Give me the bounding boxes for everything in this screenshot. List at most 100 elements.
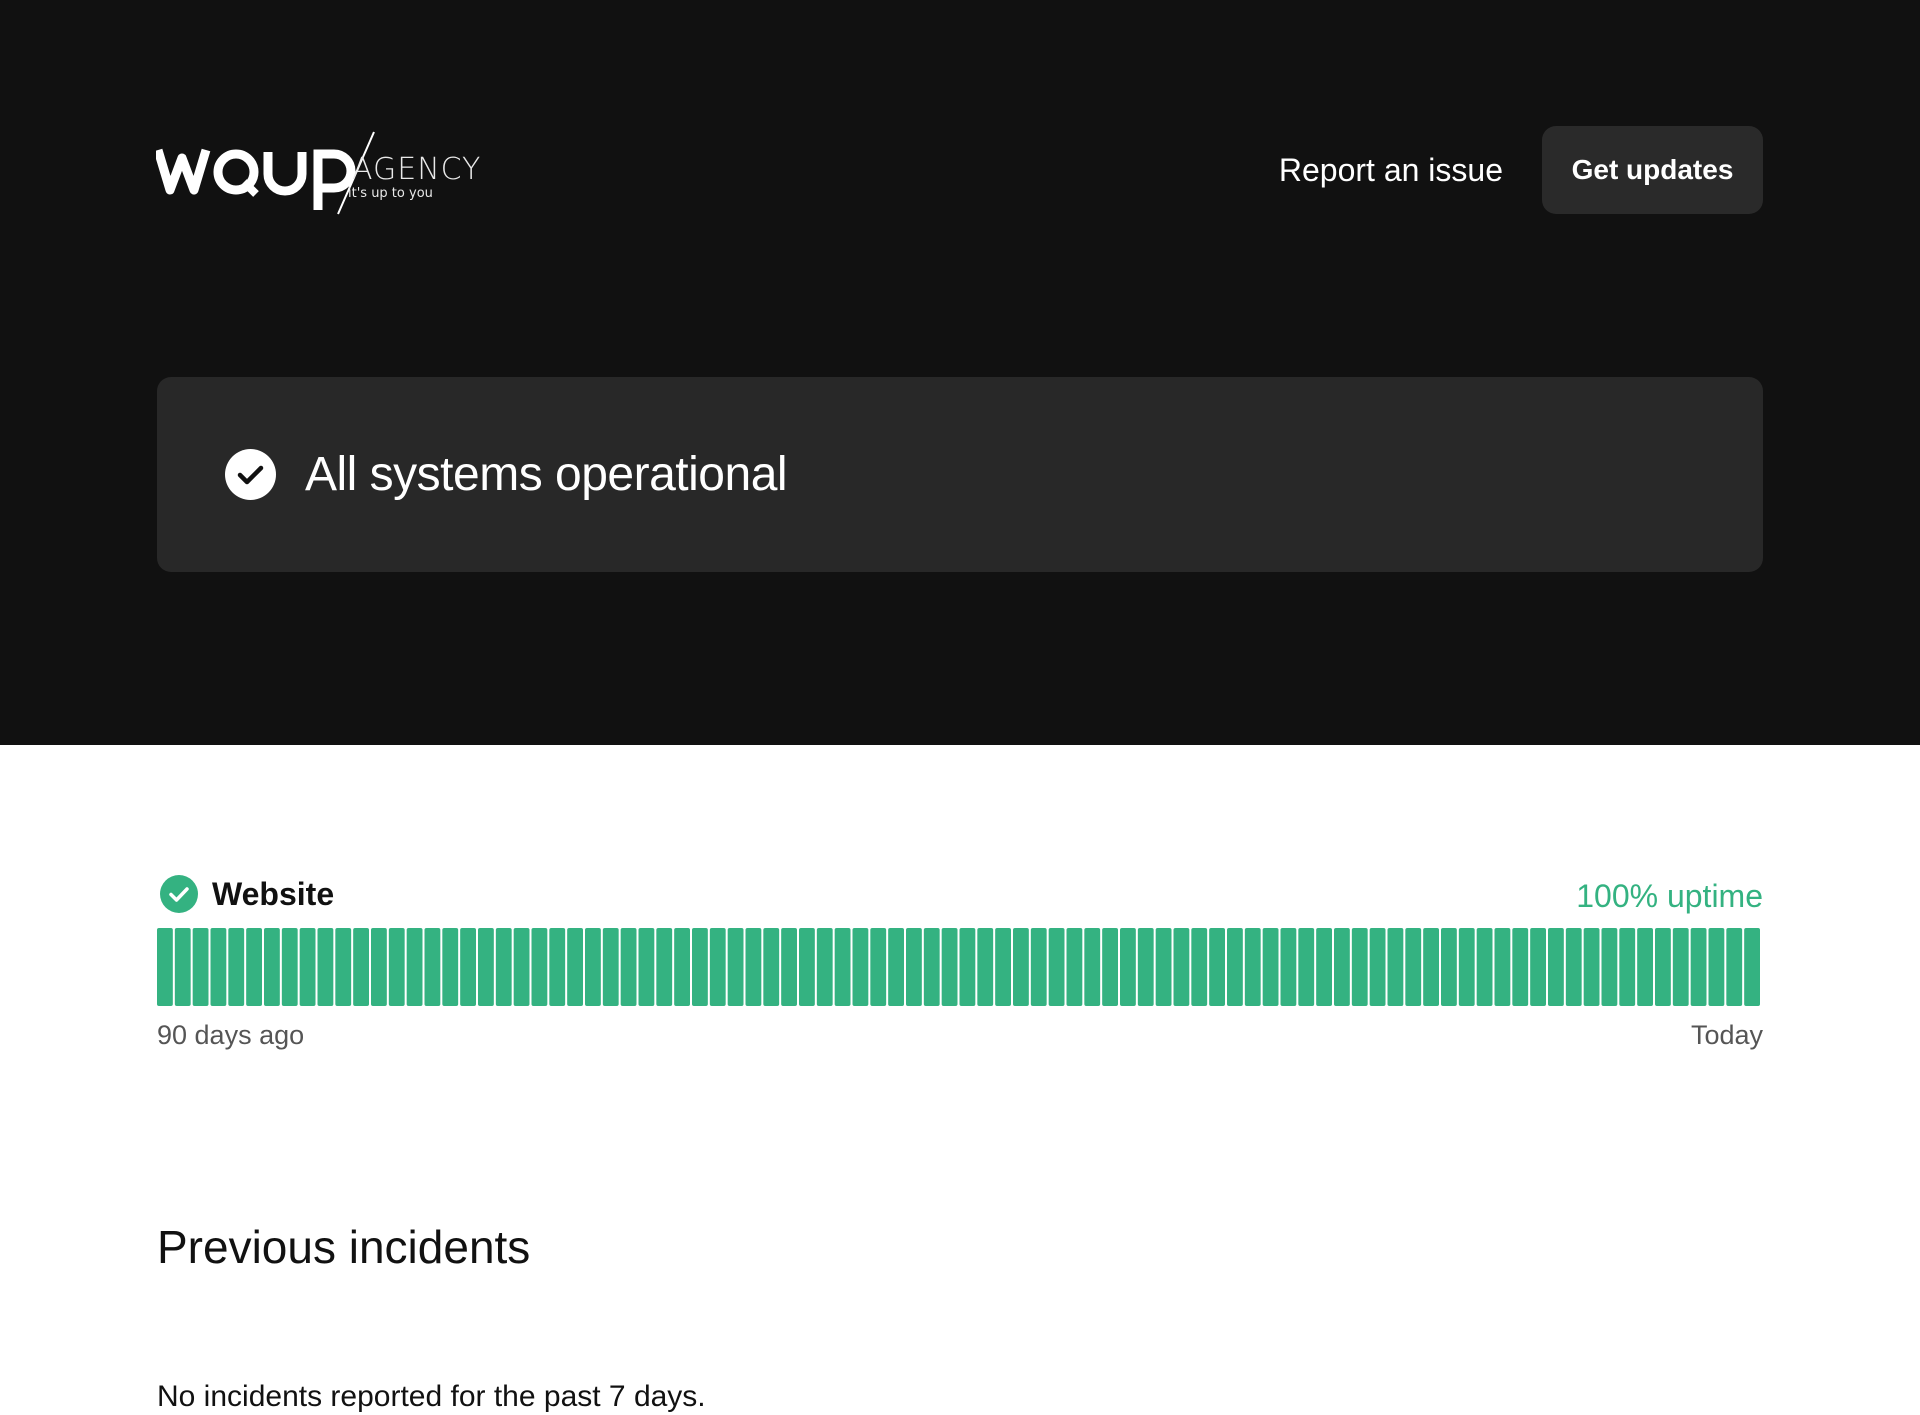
agency-logo[interactable]: AGENCY it's up to you [156, 130, 480, 216]
uptime-day-bar[interactable] [1191, 928, 1208, 1006]
range-end-label: Today [1690, 1020, 1763, 1050]
uptime-day-bar[interactable] [763, 928, 780, 1006]
uptime-day-bar[interactable] [870, 928, 887, 1006]
uptime-day-bar[interactable] [656, 928, 673, 1006]
uptime-day-bar[interactable] [531, 928, 548, 1006]
uptime-day-bar[interactable] [1298, 928, 1315, 1006]
uptime-day-bar[interactable] [1405, 928, 1422, 1006]
uptime-day-bar[interactable] [941, 928, 958, 1006]
uptime-day-bar[interactable] [852, 928, 869, 1006]
uptime-day-bar[interactable] [906, 928, 922, 1006]
component-uptime: 100% uptime [1576, 878, 1763, 914]
uptime-day-bar[interactable] [638, 928, 655, 1006]
uptime-day-bar[interactable] [442, 928, 459, 1006]
uptime-day-bar[interactable] [745, 928, 762, 1006]
uptime-day-bar[interactable] [264, 928, 280, 1006]
uptime-day-bar[interactable] [174, 928, 191, 1006]
uptime-day-bar[interactable] [1494, 928, 1511, 1006]
component-header: Website 100% uptime [157, 870, 1763, 918]
uptime-day-bar[interactable] [1387, 928, 1404, 1006]
uptime-day-bar[interactable] [995, 928, 1011, 1006]
uptime-day-bar[interactable] [1137, 928, 1154, 1006]
uptime-day-bar[interactable] [1476, 928, 1493, 1006]
uptime-day-bar[interactable] [620, 928, 637, 1006]
uptime-day-bar[interactable] [1316, 928, 1332, 1006]
uptime-day-bar[interactable] [1530, 928, 1546, 1006]
uptime-day-bar[interactable] [1334, 928, 1350, 1006]
uptime-day-bar[interactable] [1084, 928, 1101, 1006]
uptime-day-bar[interactable] [1423, 928, 1439, 1006]
uptime-day-bar[interactable] [692, 928, 708, 1006]
uptime-day-bar[interactable] [585, 928, 601, 1006]
uptime-day-bar[interactable] [1708, 928, 1725, 1006]
uptime-day-bar[interactable] [192, 928, 209, 1006]
uptime-day-bar[interactable] [1619, 928, 1636, 1006]
uptime-day-bar[interactable] [1173, 928, 1190, 1006]
uptime-day-bar[interactable] [246, 928, 262, 1006]
uptime-day-bar[interactable] [1601, 928, 1618, 1006]
uptime-day-bar[interactable] [1690, 928, 1707, 1006]
report-issue-link[interactable]: Report an issue [1279, 152, 1503, 189]
uptime-day-bar[interactable] [781, 928, 797, 1006]
uptime-day-bar[interactable] [1262, 928, 1279, 1006]
uptime-day-bar[interactable] [674, 928, 690, 1006]
uptime-day-bar[interactable] [1244, 928, 1261, 1006]
uptime-day-bar[interactable] [1280, 928, 1297, 1006]
uptime-day-bar[interactable] [1583, 928, 1600, 1006]
uptime-day-bar[interactable] [1120, 928, 1136, 1006]
uptime-day-bar[interactable] [478, 928, 494, 1006]
uptime-day-bar[interactable] [1548, 928, 1564, 1006]
overall-status-text: All systems operational [305, 448, 788, 501]
uptime-day-bar[interactable] [1726, 928, 1743, 1006]
uptime-day-bar[interactable] [1672, 928, 1689, 1006]
uptime-day-bar[interactable] [799, 928, 815, 1006]
uptime-day-bar[interactable] [834, 928, 851, 1006]
uptime-day-bar[interactable] [1351, 928, 1368, 1006]
uptime-day-bar[interactable] [228, 928, 245, 1006]
uptime-day-bar[interactable] [727, 928, 744, 1006]
uptime-day-bar[interactable] [513, 928, 530, 1006]
uptime-day-bar[interactable] [495, 928, 512, 1006]
uptime-day-bar[interactable] [281, 928, 298, 1006]
uptime-day-bar[interactable] [1369, 928, 1386, 1006]
uptime-day-bar[interactable] [388, 928, 405, 1006]
uptime-day-bar[interactable] [1655, 928, 1671, 1006]
uptime-day-bar[interactable] [549, 928, 566, 1006]
uptime-day-bar[interactable] [157, 928, 173, 1006]
uptime-day-bar[interactable] [1227, 928, 1243, 1006]
uptime-day-bar[interactable] [317, 928, 334, 1006]
uptime-day-bar[interactable] [406, 928, 423, 1006]
uptime-day-bar[interactable] [299, 928, 316, 1006]
uptime-day-bar[interactable] [1458, 928, 1475, 1006]
uptime-day-bar[interactable] [977, 928, 994, 1006]
component-website: Website 100% uptime 90 days ago Today [157, 870, 1763, 1050]
uptime-day-bar[interactable] [424, 928, 441, 1006]
uptime-day-bar[interactable] [210, 928, 227, 1006]
uptime-day-bar[interactable] [460, 928, 476, 1006]
uptime-day-bar[interactable] [1744, 928, 1760, 1006]
uptime-day-bar[interactable] [1013, 928, 1029, 1006]
uptime-day-bar[interactable] [959, 928, 976, 1006]
get-updates-button[interactable]: Get updates [1542, 126, 1763, 214]
uptime-day-bar[interactable] [1102, 928, 1118, 1006]
uptime-day-bar[interactable] [335, 928, 352, 1006]
uptime-day-bar[interactable] [567, 928, 583, 1006]
uptime-day-bar[interactable] [1637, 928, 1653, 1006]
uptime-day-bar[interactable] [1066, 928, 1083, 1006]
uptime-day-bar[interactable] [888, 928, 904, 1006]
uptime-day-bar[interactable] [923, 928, 940, 1006]
uptime-day-bar[interactable] [1030, 928, 1047, 1006]
uptime-bar-chart [157, 928, 1760, 1006]
uptime-day-bar[interactable] [353, 928, 369, 1006]
uptime-day-bar[interactable] [816, 928, 833, 1006]
range-start-label: 90 days ago [157, 1020, 305, 1050]
uptime-day-bar[interactable] [709, 928, 726, 1006]
uptime-day-bar[interactable] [1155, 928, 1172, 1006]
uptime-day-bar[interactable] [1209, 928, 1225, 1006]
uptime-day-bar[interactable] [1565, 928, 1582, 1006]
uptime-day-bar[interactable] [1048, 928, 1065, 1006]
uptime-day-bar[interactable] [1441, 928, 1457, 1006]
uptime-day-bar[interactable] [602, 928, 619, 1006]
uptime-day-bar[interactable] [1512, 928, 1529, 1006]
uptime-day-bar[interactable] [371, 928, 387, 1006]
